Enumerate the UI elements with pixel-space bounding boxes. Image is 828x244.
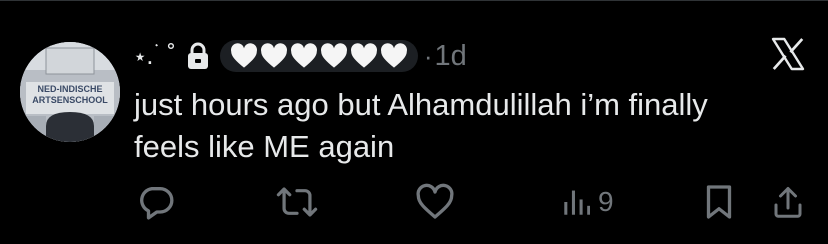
separator-dot: · <box>423 40 433 71</box>
views-button[interactable]: 9 <box>562 180 614 224</box>
avatar[interactable]: NED-INDISCHE ARTSENSCHOOL <box>20 42 120 142</box>
heart-badges <box>219 40 418 72</box>
action-bar: 9 <box>0 180 828 224</box>
bookmark-icon <box>706 185 732 219</box>
retweet-button[interactable] <box>276 180 318 224</box>
avatar-sign-line-1: NED-INDISCHE <box>37 84 102 94</box>
white-heart-icon <box>320 43 347 68</box>
share-button[interactable] <box>770 180 806 224</box>
white-heart-icon <box>290 43 317 68</box>
timestamp[interactable]: 1d <box>435 40 467 73</box>
share-icon <box>774 187 802 218</box>
top-divider <box>0 0 828 1</box>
like-button[interactable] <box>415 180 455 224</box>
avatar-sign-line-2: ARTSENSCHOOL <box>32 95 108 105</box>
lock-icon <box>187 42 208 69</box>
avatar-image: NED-INDISCHE ARTSENSCHOOL <box>20 42 120 142</box>
tweet-text: just hours ago but Alhamdulillah i’m fin… <box>134 87 708 164</box>
like-icon <box>416 183 454 219</box>
reply-button[interactable] <box>136 180 176 224</box>
white-heart-icon <box>230 43 257 68</box>
display-name[interactable]: ⋆. ࣪ ˚ <box>134 40 176 72</box>
views-icon <box>564 190 590 215</box>
bookmark-button[interactable] <box>704 180 734 224</box>
white-heart-icon <box>380 43 407 68</box>
reply-icon <box>140 187 174 220</box>
x-icon[interactable] <box>770 36 806 72</box>
white-heart-icon <box>350 43 377 68</box>
tweet-header: ⋆. ࣪ ˚ · 1d <box>134 36 467 76</box>
retweet-icon <box>276 187 318 217</box>
views-count: 9 <box>598 186 614 217</box>
white-heart-icon <box>260 43 287 68</box>
